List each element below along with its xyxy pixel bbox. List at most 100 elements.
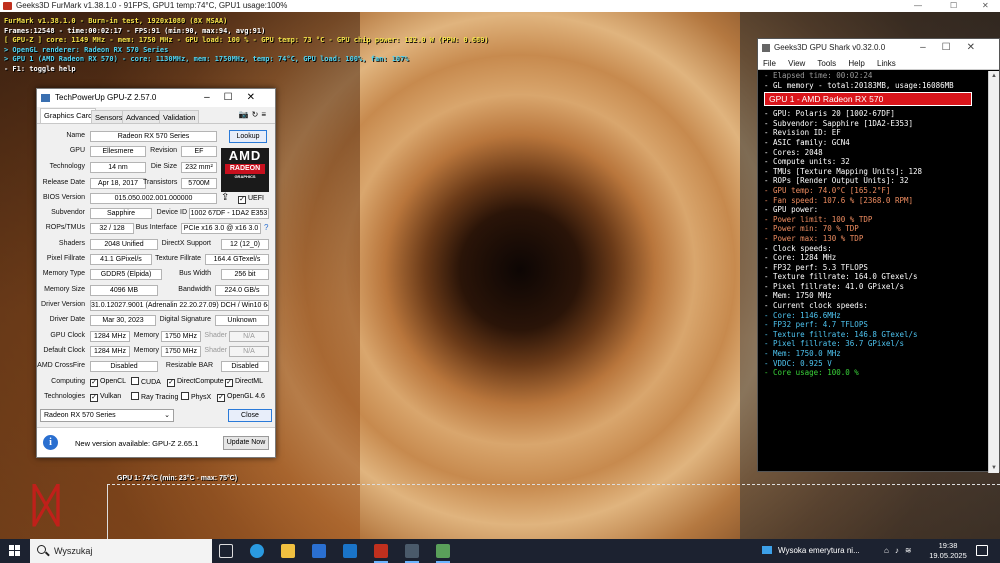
value-pixel-fillrate: 41.1 GPixel/s <box>90 254 152 265</box>
label-name: Name <box>66 132 85 139</box>
label-bus-interface: Bus Interface <box>135 224 177 231</box>
menu-view[interactable]: View <box>788 59 805 68</box>
label-device-id: Device ID <box>156 209 187 216</box>
notification-icon[interactable] <box>976 545 988 556</box>
share-icon[interactable]: ⇪ <box>221 192 229 203</box>
gpu-info-line: - Revision ID: EF <box>764 128 841 138</box>
menu-file[interactable]: File <box>763 59 776 68</box>
gpuz-window[interactable]: TechPowerUp GPU-Z 2.57.0 –☐✕ Graphics Ca… <box>36 88 276 458</box>
volume-icon[interactable]: ♪ <box>895 546 905 555</box>
gpu-shark-app-icon <box>762 44 770 52</box>
label-driver-version: Driver Version <box>41 301 85 308</box>
elapsed-time: - Elapsed time: 00:02:24 <box>764 71 873 80</box>
camera-icon[interactable]: 📷 <box>239 110 252 119</box>
lookup-button[interactable]: Lookup <box>229 130 267 143</box>
gpu-shark-window-controls[interactable]: –☐✕ <box>920 39 991 57</box>
bus-help-icon[interactable]: ? <box>264 223 268 232</box>
uefi-checkbox[interactable]: ✓ UEFI <box>238 194 264 204</box>
edge-icon[interactable] <box>250 544 264 558</box>
gpu-shark-icon[interactable] <box>436 544 450 558</box>
scroll-down-icon[interactable]: ▼ <box>991 465 997 471</box>
value-revision: EF <box>181 146 217 157</box>
gpu-info-line: - Texture fillrate: 146.8 GTexel/s <box>764 329 918 339</box>
menu-tools[interactable]: Tools <box>817 59 836 68</box>
taskbar: Wyszukaj Wysoka emerytura ni... ⌂♪≋ 19:3… <box>0 539 1000 563</box>
value-gpu-shader: N/A <box>229 331 269 342</box>
value-default-memory: 1750 MHz <box>161 346 201 357</box>
file-explorer-icon[interactable] <box>281 544 295 558</box>
taskbar-clock[interactable]: 19:38 19.05.2025 <box>928 541 968 561</box>
menu-help[interactable]: Help <box>848 59 864 68</box>
clock-time: 19:38 <box>938 541 958 550</box>
gpuz-titlebar[interactable]: TechPowerUp GPU-Z 2.57.0 –☐✕ <box>37 89 275 107</box>
close-icon[interactable]: ✕ <box>982 0 989 12</box>
uefi-label: UEFI <box>248 195 264 202</box>
value-driver-date: Mar 30, 2023 <box>90 315 156 326</box>
menu-links[interactable]: Links <box>877 59 896 68</box>
label-rops: ROPs/TMUs <box>45 224 85 231</box>
taskbar-search[interactable]: Wyszukaj <box>30 539 212 563</box>
value-bandwidth: 224.0 GB/s <box>215 285 269 296</box>
value-crossfire: Disabled <box>90 361 158 372</box>
gpu-select-dropdown[interactable]: Radeon RX 570 Series ⌄ <box>40 409 174 422</box>
label-subvendor: Subvendor <box>51 209 85 216</box>
task-view-icon[interactable] <box>219 544 233 558</box>
furmark-flame-logo: ᛞ <box>32 478 60 532</box>
gpuz-toolbar: 📷↻≡ <box>239 110 269 119</box>
overlay-line: > GPU 1 (AMD Radeon RX 570) - core: 1130… <box>4 55 409 64</box>
maximize-icon[interactable]: ☐ <box>950 0 957 12</box>
start-button[interactable] <box>9 545 21 557</box>
search-placeholder: Wyszukaj <box>54 546 93 556</box>
gpuz-window-controls[interactable]: –☐✕ <box>204 89 269 107</box>
gpu-info-line: - Clock speeds: <box>764 243 832 253</box>
value-default-shader: N/A <box>229 346 269 357</box>
checkbox-unchecked-icon <box>181 392 189 400</box>
scroll-up-icon[interactable]: ▲ <box>991 73 997 79</box>
system-tray[interactable]: ⌂♪≋ <box>884 539 918 563</box>
label-revision: Revision <box>150 147 177 154</box>
menu-icon[interactable]: ≡ <box>261 110 269 119</box>
tab-validation[interactable]: Validation <box>159 110 200 123</box>
refresh-icon[interactable]: ↻ <box>252 110 262 119</box>
checkbox-checked-icon: ✓ <box>217 394 225 402</box>
label-crossfire: AMD CrossFire <box>37 362 85 369</box>
gpu-info-line: - Core: 1284 MHz <box>764 253 837 263</box>
gpuz-icon[interactable] <box>405 544 419 558</box>
checkbox-opengl: ✓ OpenGL 4.6 <box>217 392 265 402</box>
gpu-info-line: - GPU power: <box>764 205 819 215</box>
value-resizable-bar: Disabled <box>221 361 269 372</box>
value-bus-interface: PCIe x16 3.0 @ x16 3.0 <box>181 223 261 234</box>
ray-tracing-label: Ray Tracing <box>141 394 179 401</box>
minimize-icon[interactable]: — <box>914 0 922 12</box>
tab-graphics-card[interactable]: Graphics Card <box>40 108 97 123</box>
network-icon[interactable]: ⌂ <box>884 546 895 555</box>
cuda-label: CUDA <box>141 379 161 386</box>
checkbox-checked-icon: ✓ <box>238 196 246 204</box>
checkbox-ray-tracing: Ray Tracing <box>131 392 178 402</box>
taskbar-news-widget[interactable]: Wysoka emerytura ni... <box>762 539 860 563</box>
wifi-icon[interactable]: ≋ <box>905 546 918 555</box>
info-icon: i <box>43 435 58 450</box>
amd-logo-text: AMD <box>228 148 262 163</box>
update-now-button[interactable]: Update Now <box>223 436 269 450</box>
furmark-titlebar[interactable]: Geeks3D FurMark v1.38.1.0 - 91FPS, GPU1 … <box>0 0 1000 12</box>
value-directx: 12 (12_0) <box>221 239 269 250</box>
label-default-clock: Default Clock <box>43 347 85 354</box>
gpu-info-line: - GPU temp: 74.0°C [165.2°F] <box>764 185 891 195</box>
checkbox-directml: ✓ DirectML <box>225 377 263 387</box>
update-notice: i New version available: GPU-Z 2.65.1 Up… <box>37 427 275 457</box>
tab-advanced[interactable]: Advanced <box>122 110 164 123</box>
furmark-icon[interactable] <box>374 544 388 558</box>
directml-label: DirectML <box>235 378 264 385</box>
label-default-memory: Memory <box>133 347 159 354</box>
close-button[interactable]: Close <box>228 409 272 422</box>
gpu-shark-scrollbar[interactable]: ▲ ▼ <box>988 71 999 473</box>
gpu-info-line: - Pixel fillrate: 36.7 GPixel/s <box>764 339 904 349</box>
gpu-shark-titlebar[interactable]: Geeks3D GPU Shark v0.32.0.0 –☐✕ <box>758 39 999 57</box>
furmark-overlay: FurMark v1.38.1.0 - Burn-in test, 1920x1… <box>4 17 489 75</box>
value-release-date: Apr 18, 2017 <box>90 178 146 189</box>
gpu-shark-window[interactable]: Geeks3D GPU Shark v0.32.0.0 –☐✕ File Vie… <box>757 38 1000 473</box>
store-icon[interactable] <box>312 544 326 558</box>
outlook-icon[interactable] <box>343 544 357 558</box>
gpu-info-line: - Power min: 70 % TDP <box>764 224 859 234</box>
